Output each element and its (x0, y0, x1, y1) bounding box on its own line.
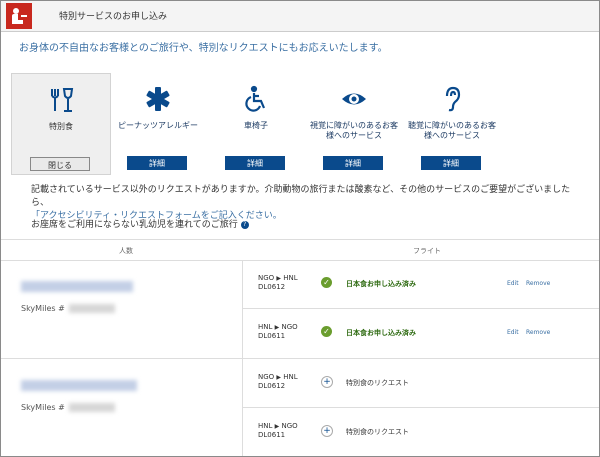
passenger-name-redacted (21, 380, 137, 391)
infant-travel-label: お座席をご利用にならない乳幼児を連れてのご旅行? (31, 217, 249, 230)
col-passengers: 人数 (119, 247, 133, 255)
passenger-row: SkyMiles # (1, 359, 242, 456)
check-icon: ✓ (321, 277, 332, 288)
flight-number: DL0611 (258, 431, 286, 439)
passenger-name-redacted (21, 281, 133, 292)
check-icon: ✓ (321, 326, 332, 337)
origin: NGO (258, 274, 275, 282)
note-text: 記載されているサービス以外のリクエストがありますか。介助動物の旅行または酸素など… (31, 185, 571, 208)
infant-text: お座席をご利用にならない乳幼児を連れてのご旅行 (31, 220, 238, 230)
flight-segment: HNL ▶ NGO DL0611 ✓ 日本食お申し込み済み Edit Remov… (243, 309, 599, 358)
skymiles-label: SkyMiles # (21, 403, 65, 412)
service-tiles: 特別食 閉じる ピーナッツアレルギー 詳細 車椅子 詳細 視覚に障がいのあるお客… (11, 73, 591, 175)
skymiles-label: SkyMiles # (21, 304, 65, 313)
col-flight: フライト (413, 247, 441, 255)
meal-status: 日本食お申し込み済み (346, 329, 416, 337)
flight-segment: HNL ▶ NGO DL0611 + 特別食のリクエスト (243, 408, 599, 456)
tile-hearing-impairment[interactable]: 聴覚に障がいのあるお客様へのサービス 詳細 (403, 73, 501, 173)
meal-icon (12, 86, 110, 114)
flight-route: NGO ▶ HNL DL0612 (258, 373, 298, 390)
skymiles-number-redacted (69, 304, 115, 313)
tile-wheelchair[interactable]: 車椅子 詳細 (207, 73, 305, 173)
details-button[interactable]: 詳細 (421, 156, 481, 170)
destination: HNL (283, 274, 298, 282)
destination: HNL (283, 373, 298, 381)
flight-number: DL0611 (258, 332, 286, 340)
tile-visual-impairment[interactable]: 視覚に障がいのあるお客様へのサービス 詳細 (305, 73, 403, 173)
remove-link[interactable]: Remove (526, 329, 550, 336)
details-button[interactable]: 詳細 (323, 156, 383, 170)
table-header: 人数 フライト (1, 239, 599, 261)
remove-link[interactable]: Remove (526, 280, 550, 287)
add-icon[interactable]: + (321, 376, 333, 388)
flight-number: DL0612 (258, 283, 286, 291)
details-button[interactable]: 詳細 (127, 156, 187, 170)
wheelchair-icon (207, 85, 305, 113)
skymiles-number-redacted (69, 403, 115, 412)
info-icon[interactable]: ? (240, 220, 249, 229)
edit-link[interactable]: Edit (507, 280, 519, 287)
flight-segment: NGO ▶ HNL DL0612 ✓ 日本食お申し込み済み Edit Remov… (243, 260, 599, 309)
passenger-row: SkyMiles # (1, 260, 242, 357)
flight-number: DL0612 (258, 382, 286, 390)
tile-label: 聴覚に障がいのあるお客様へのサービス (408, 121, 496, 140)
special-services-panel: 特別サービスのお申し込み お身体の不自由なお客様とのご旅行や、特別なリクエストに… (0, 0, 600, 457)
ear-icon (403, 85, 501, 113)
flight-route: HNL ▶ NGO DL0611 (258, 323, 298, 340)
medical-star-icon (109, 85, 207, 113)
add-icon[interactable]: + (321, 425, 333, 437)
tile-peanut-allergy[interactable]: ピーナッツアレルギー 詳細 (109, 73, 207, 173)
flight-route: HNL ▶ NGO DL0611 (258, 422, 298, 439)
flight-segment: NGO ▶ HNL DL0612 + 特別食のリクエスト (243, 359, 599, 408)
tile-special-meal[interactable]: 特別食 閉じる (11, 73, 111, 175)
page-title: 特別サービスのお申し込み (59, 12, 168, 22)
tile-label: 特別食 (49, 122, 73, 131)
tile-label: 車椅子 (244, 121, 268, 130)
passenger-service-icon (6, 3, 32, 29)
origin: HNL (258, 422, 273, 430)
eye-icon (305, 85, 403, 113)
edit-link[interactable]: Edit (507, 329, 519, 336)
intro-text: お身体の不自由なお客様とのご旅行や、特別なリクエストにもお応えいたします。 (19, 43, 388, 54)
destination: NGO (281, 422, 298, 430)
flight-route: NGO ▶ HNL DL0612 (258, 274, 298, 291)
origin: NGO (258, 373, 275, 381)
close-button[interactable]: 閉じる (30, 157, 90, 171)
tile-label: ピーナッツアレルギー (118, 121, 198, 130)
special-meal-request-link[interactable]: 特別食のリクエスト (346, 427, 409, 437)
meal-status: 日本食お申し込み済み (346, 280, 416, 288)
details-button[interactable]: 詳細 (225, 156, 285, 170)
destination: NGO (281, 323, 298, 331)
panel-header: 特別サービスのお申し込み (1, 1, 599, 32)
special-meal-request-link[interactable]: 特別食のリクエスト (346, 378, 409, 388)
origin: HNL (258, 323, 273, 331)
tile-label: 視覚に障がいのあるお客様へのサービス (310, 121, 398, 140)
